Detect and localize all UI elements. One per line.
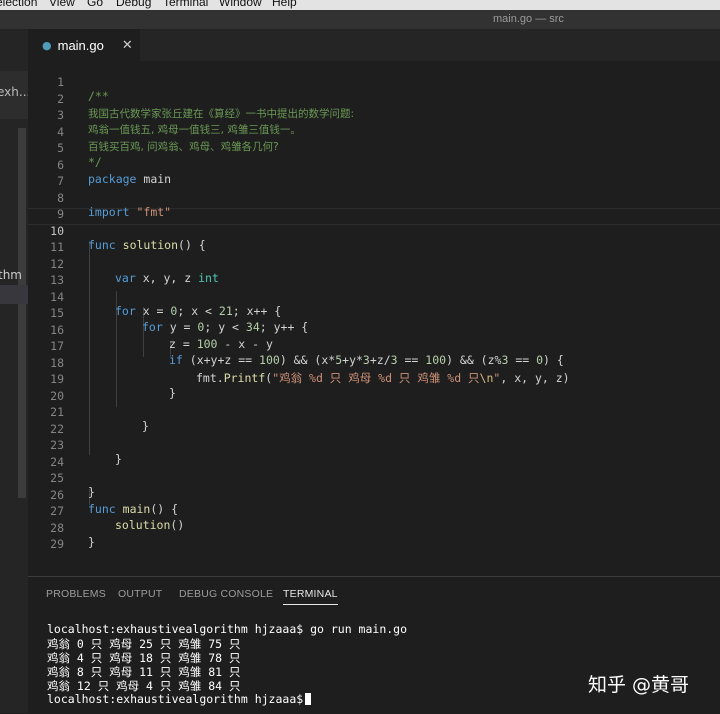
terminal-cursor (305, 693, 312, 705)
code-line: 5 */ (57, 141, 102, 169)
code-line: 17 if (x+y+z == 100) && (x*5+y*3+z/3 == … (50, 339, 564, 367)
tab-main-go[interactable]: ● main.go ✕ (28, 29, 140, 61)
tab-output[interactable]: OUTPUT (118, 588, 162, 600)
code-line: 23 } (50, 438, 122, 466)
terminal-line: 鸡翁 4 只 鸡母 18 只 鸡雏 78 只 (47, 651, 241, 665)
code-editor[interactable]: 1 /** 2 我国古代数学家张丘建在《算经》一书中提出的数学问题: 3 鸡翁一… (28, 61, 720, 576)
code-line: 11 (50, 240, 64, 254)
sidebar-tab-label: exh... (0, 85, 31, 99)
tab-filename: main.go (57, 37, 104, 53)
code-line: 26 func main() { (50, 487, 179, 516)
menu-go[interactable]: Go (87, 0, 103, 9)
menu-view[interactable]: View (49, 0, 75, 9)
code-line: 20 (50, 388, 64, 403)
code-line: 16 z = 100 - x - y (50, 322, 273, 351)
menu-bar: election View Go Debug Terminal Window H… (0, 0, 720, 10)
close-icon[interactable]: ✕ (122, 38, 133, 53)
code-line: 24 (50, 454, 64, 469)
terminal-prompt[interactable]: localhost:exhaustivealgorithm hjzaaa$ (47, 692, 312, 706)
code-line: 13 (50, 273, 64, 287)
code-line: 6 package main (57, 157, 172, 186)
code-line: 1 /** (57, 75, 109, 103)
code-line: 8 import "fmt" (57, 190, 172, 219)
sidebar-selected-row[interactable] (0, 285, 28, 304)
code-line: 28 } (50, 520, 95, 549)
code-line: 12 var x, y, z int (50, 256, 219, 285)
menu-debug[interactable]: Debug (116, 0, 151, 9)
terminal-prompt-text: localhost:exhaustivealgorithm hjzaaa$ (47, 692, 304, 706)
code-line: 14 for x = 0; x < 21; x++ { (50, 289, 282, 318)
sidebar-scrollbar[interactable] (18, 128, 26, 498)
code-line: 2 我国古代数学家张丘建在《算经》一书中提出的数学问题: (57, 91, 355, 120)
code-line: 10 func solution() { (50, 223, 206, 252)
code-line: 9 (57, 207, 64, 221)
sidebar-editor-tab[interactable]: exh... (0, 71, 31, 119)
terminal-line: 鸡翁 8 只 鸡母 11 只 鸡雏 81 只 (47, 665, 241, 679)
menu-terminal[interactable]: Terminal (163, 0, 208, 9)
sidebar-item-label: thm (0, 268, 22, 282)
code-line: 21 } (50, 405, 149, 433)
code-line: 27 solution() (50, 504, 185, 532)
window-title: main.go — src (493, 13, 564, 25)
menu-help[interactable]: Help (272, 0, 297, 9)
title-bar: main.go — src (0, 10, 720, 29)
code-line: 3 鸡翁一值钱五, 鸡母一值钱三, 鸡雏三值钱一。 (57, 108, 301, 136)
menu-selection[interactable]: election (0, 0, 37, 9)
terminal-line: 鸡翁 12 只 鸡母 4 只 鸡雏 84 只 (47, 679, 241, 693)
code-line: 19 } (50, 372, 176, 400)
tab-problems[interactable]: PROBLEMS (46, 588, 106, 600)
tab-terminal[interactable]: TERMINAL (283, 588, 338, 605)
code-line: 29 (50, 537, 64, 551)
go-file-icon: ● (42, 38, 52, 52)
terminal-line: 鸡翁 0 只 鸡母 25 只 鸡雏 75 只 (47, 637, 241, 651)
code-line: 4 百钱买百鸡, 问鸡翁、鸡母、鸡雏各几何? (57, 124, 279, 153)
code-line: 22 (50, 421, 64, 436)
editor-tab-bar: ● main.go ✕ (28, 29, 720, 61)
code-line: 18 fmt.Printf("鸡翁 %d 只 鸡母 %d 只 鸡雏 %d 只\n… (50, 355, 570, 385)
code-line: 7 (57, 174, 64, 188)
menu-window[interactable]: Window (219, 0, 262, 9)
terminal-line: localhost:exhaustivealgorithm hjzaaa$ go… (47, 622, 408, 636)
tab-debug-console[interactable]: DEBUG CONSOLE (179, 588, 273, 600)
code-line: 25 } (50, 471, 95, 499)
watermark: 知乎 @黄哥 (588, 674, 690, 696)
code-line: 15 for y = 0; y < 34; y++ { (50, 306, 309, 334)
